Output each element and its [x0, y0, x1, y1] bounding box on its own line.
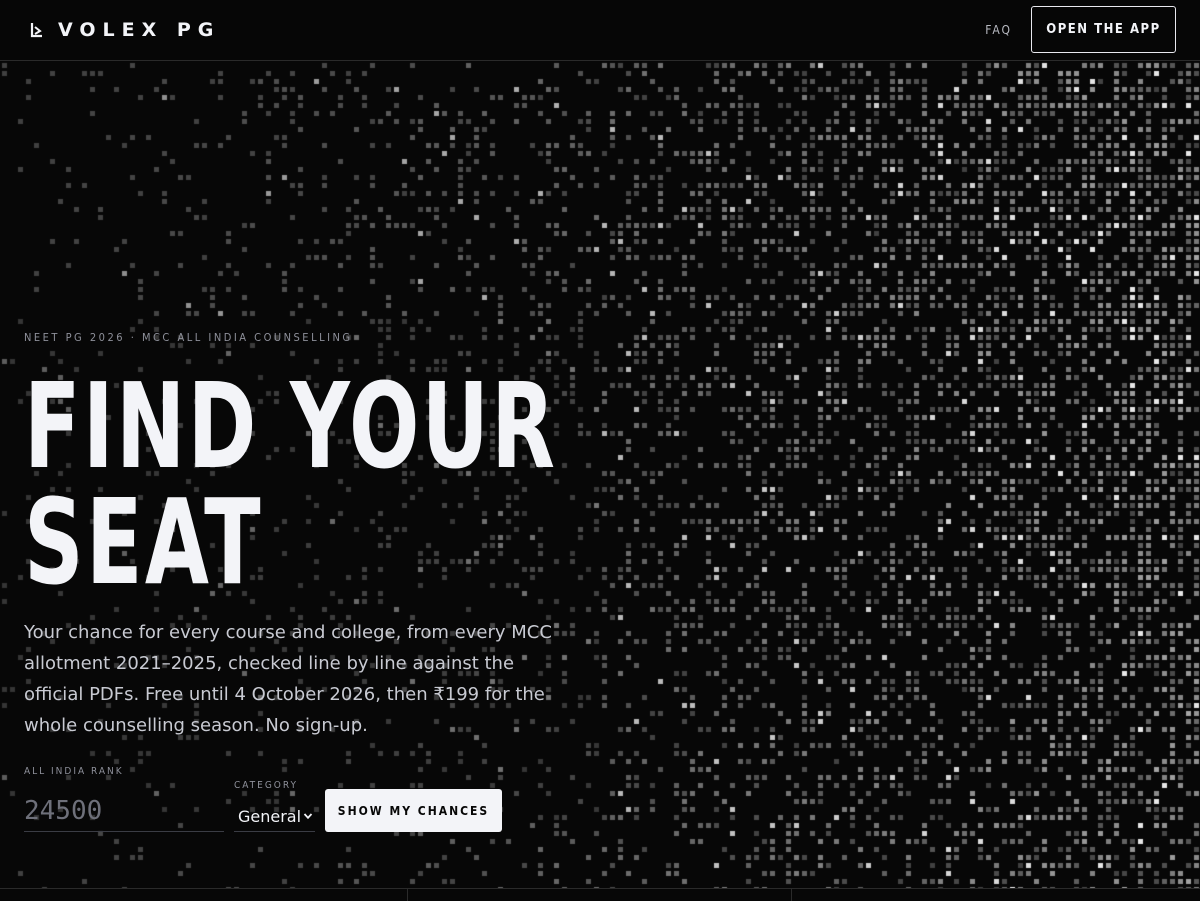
rank-label: ALL INDIA RANK — [24, 766, 124, 777]
hero-eyebrow: NEET PG 2026 · MCC ALL INDIA COUNSELLING — [24, 331, 353, 344]
volex-logo-icon — [30, 23, 42, 38]
rank-input[interactable] — [24, 790, 224, 832]
top-navigation-bar: VOLEX PG FAQ OPEN THE APP — [0, 0, 1200, 61]
category-label: CATEGORY — [234, 780, 298, 791]
category-selected-value: General — [238, 807, 302, 826]
stats-strip — [0, 888, 1200, 901]
brand-logo[interactable]: VOLEX PG — [30, 19, 220, 41]
chance-form: ALL INDIA RANK CATEGORY General SHOW MY … — [24, 760, 584, 840]
headline-line-2: SEAT — [24, 473, 264, 611]
stats-divider — [791, 889, 792, 901]
category-select[interactable]: General — [234, 802, 315, 832]
stats-divider — [407, 889, 408, 901]
show-chances-button[interactable]: SHOW MY CHANCES — [325, 789, 502, 832]
hero-headline: FIND YOUR SEAT — [24, 367, 557, 601]
nav-faq-link[interactable]: FAQ — [985, 23, 1012, 37]
brand-name: VOLEX PG — [58, 19, 221, 41]
chevron-down-icon — [303, 813, 313, 820]
open-app-button[interactable]: OPEN THE APP — [1031, 6, 1176, 53]
hero-subtext: Your chance for every course and college… — [24, 622, 552, 736]
